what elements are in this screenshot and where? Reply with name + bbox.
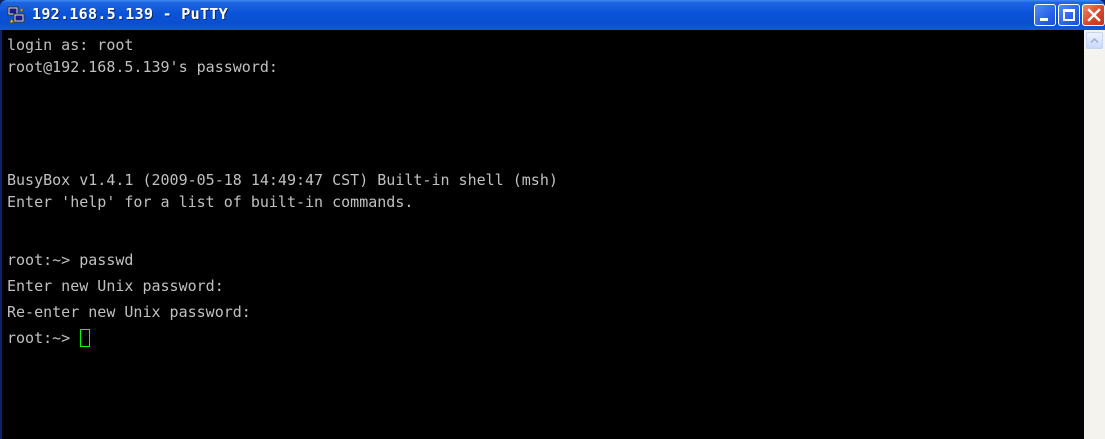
maximize-button[interactable] xyxy=(1058,4,1080,26)
terminal-line: Enter 'help' for a list of built-in comm… xyxy=(7,193,414,211)
putty-window: 192.168.5.139 - PuTTY login as: root roo… xyxy=(0,0,1105,439)
terminal-screen[interactable]: login as: root root@192.168.5.139's pass… xyxy=(2,30,1084,439)
terminal-cursor xyxy=(80,329,91,347)
close-button[interactable] xyxy=(1082,4,1105,26)
terminal-line: BusyBox v1.4.1 (2009-05-18 14:49:47 CST)… xyxy=(7,171,558,189)
terminal-line: root:~> passwd xyxy=(7,251,134,269)
minimize-icon xyxy=(1040,18,1048,21)
maximize-icon xyxy=(1063,9,1075,21)
title-bar[interactable]: 192.168.5.139 - PuTTY xyxy=(0,0,1105,30)
terminal-prompt-line[interactable]: root:~> xyxy=(7,327,91,349)
terminal-line: login as: root xyxy=(7,36,134,54)
putty-icon[interactable] xyxy=(6,5,26,25)
chevron-up-icon xyxy=(1090,37,1099,44)
terminal-prompt: root:~> xyxy=(7,329,80,347)
minimize-button[interactable] xyxy=(1034,4,1056,26)
terminal-line: Re-enter new Unix password: xyxy=(7,303,251,321)
terminal-line: root@192.168.5.139's password: xyxy=(7,58,278,76)
vertical-scrollbar[interactable] xyxy=(1084,30,1105,439)
window-title: 192.168.5.139 - PuTTY xyxy=(32,5,228,23)
terminal-line: Enter new Unix password: xyxy=(7,277,224,295)
scroll-up-button[interactable] xyxy=(1086,32,1103,49)
close-icon xyxy=(1087,8,1101,22)
